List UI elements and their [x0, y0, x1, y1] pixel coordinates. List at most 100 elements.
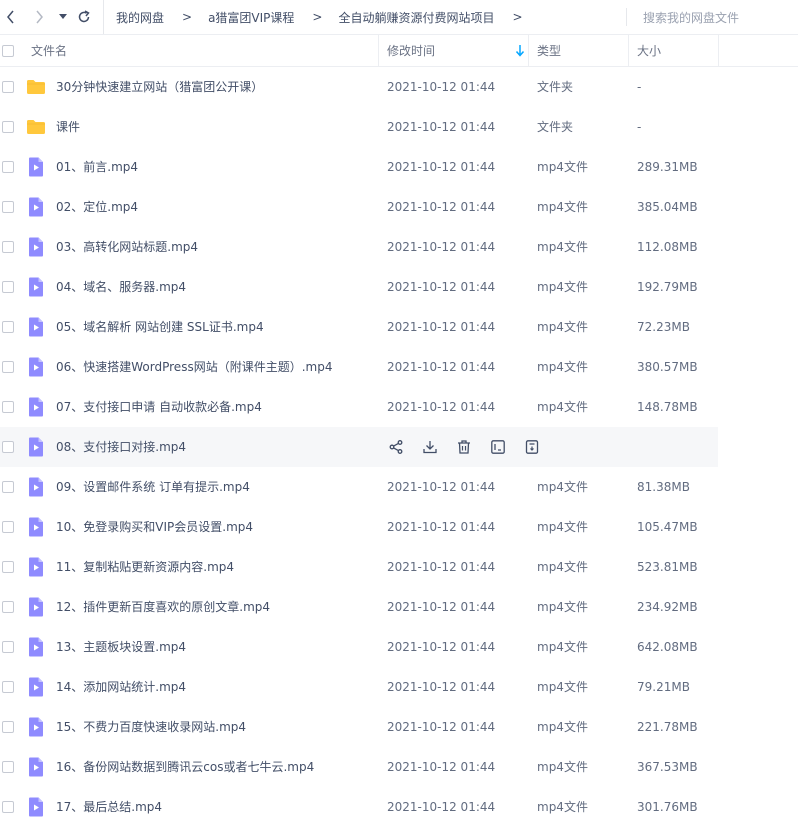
share-button[interactable] — [386, 437, 406, 457]
file-row[interactable]: 15、不费力百度快速收录网站.mp4 2021-10-12 01:44 mp4文件 2… — [0, 707, 718, 747]
row-checkbox[interactable] — [2, 401, 14, 413]
more-button[interactable] — [522, 437, 542, 457]
history-dropdown-button[interactable] — [53, 6, 73, 28]
row-checkbox[interactable] — [2, 561, 14, 573]
video-file-icon — [26, 357, 46, 377]
row-checkbox[interactable] — [2, 801, 14, 813]
file-row[interactable]: 30分钟快速建立网站（猎富团公开课） 2021-10-12 01:44 文件夹 - — [0, 67, 718, 107]
delete-button[interactable] — [454, 437, 474, 457]
subtitle-button[interactable] — [488, 437, 508, 457]
file-row[interactable]: 02、定位.mp4 2021-10-12 01:44 mp4文件 385.04MB — [0, 187, 718, 227]
file-name[interactable]: 10、免登录购买和VIP会员设置.mp4 — [56, 507, 253, 547]
file-size: - — [637, 80, 642, 94]
file-name[interactable]: 14、添加网站统计.mp4 — [56, 667, 186, 707]
forward-button[interactable] — [29, 6, 49, 28]
file-name[interactable]: 01、前言.mp4 — [56, 147, 138, 187]
file-row[interactable]: 01、前言.mp4 2021-10-12 01:44 mp4文件 289.31MB — [0, 147, 718, 187]
row-checkbox[interactable] — [2, 481, 14, 493]
file-row[interactable]: 课件 2021-10-12 01:44 文件夹 - — [0, 107, 718, 147]
file-name[interactable]: 13、主题板块设置.mp4 — [56, 627, 186, 667]
column-header-modified[interactable]: 修改时间 — [387, 35, 528, 66]
folder-icon — [26, 77, 46, 97]
file-size: 192.79MB — [637, 280, 698, 294]
file-row[interactable]: 13、主题板块设置.mp4 2021-10-12 01:44 mp4文件 642.08… — [0, 627, 718, 667]
back-button[interactable] — [1, 6, 21, 28]
file-name[interactable]: 课件 — [56, 107, 80, 147]
file-name[interactable]: 07、支付接口申请 自动收款必备.mp4 — [56, 387, 262, 427]
video-file-icon — [26, 677, 46, 697]
more-icon — [525, 440, 539, 454]
file-size: 234.92MB — [637, 600, 698, 614]
row-checkbox[interactable] — [2, 81, 14, 93]
row-checkbox[interactable] — [2, 641, 14, 653]
file-row[interactable]: 16、备份网站数据到腾讯云cos或者七牛云.mp4 2021-10-12 01:4… — [0, 747, 718, 787]
file-row[interactable]: 09、设置邮件系统 订单有提示.mp4 2021-10-12 01:44 mp4文件… — [0, 467, 718, 507]
file-row[interactable]: 05、域名解析 网站创建 SSL证书.mp4 2021-10-12 01:44 mp… — [0, 307, 718, 347]
row-checkbox[interactable] — [2, 521, 14, 533]
chevron-right-icon — [36, 10, 43, 24]
file-row[interactable]: 03、高转化网站标题.mp4 2021-10-12 01:44 mp4文件 112.0… — [0, 227, 718, 267]
breadcrumb-separator: > — [312, 10, 323, 24]
file-name[interactable]: 11、复制粘贴更新资源内容.mp4 — [56, 547, 234, 587]
column-header-size[interactable]: 大小 — [637, 35, 661, 66]
file-row[interactable]: 07、支付接口申请 自动收款必备.mp4 2021-10-12 01:44 mp4文… — [0, 387, 718, 427]
refresh-icon — [78, 10, 90, 23]
row-checkbox[interactable] — [2, 281, 14, 293]
row-checkbox[interactable] — [2, 201, 14, 213]
video-file-icon — [26, 717, 46, 737]
file-modified-date: 2021-10-12 01:44 — [387, 400, 496, 414]
column-header-type[interactable]: 类型 — [537, 35, 561, 66]
file-type: mp4文件 — [537, 360, 588, 374]
file-name[interactable]: 17、最后总结.mp4 — [56, 787, 162, 827]
breadcrumb-item-project[interactable]: 全自动躺赚资源付费网站项目 — [338, 9, 494, 26]
file-name[interactable]: 30分钟快速建立网站（猎富团公开课） — [56, 67, 263, 107]
file-size: 380.57MB — [637, 360, 698, 374]
file-name[interactable]: 12、插件更新百度喜欢的原创文章.mp4 — [56, 587, 270, 627]
file-size: 72.23MB — [637, 320, 690, 334]
select-all-checkbox[interactable] — [2, 45, 14, 57]
row-checkbox[interactable] — [2, 761, 14, 773]
top-toolbar: 我的网盘 > a猎富团VIP课程 > 全自动躺赚资源付费网站项目 > 搜索我的网… — [0, 0, 798, 34]
file-row[interactable]: 14、添加网站统计.mp4 2021-10-12 01:44 mp4文件 79.21M… — [0, 667, 718, 707]
breadcrumb-item-course[interactable]: a猎富团VIP课程 — [208, 9, 294, 26]
file-size: 523.81MB — [637, 560, 698, 574]
file-name[interactable]: 03、高转化网站标题.mp4 — [56, 227, 198, 267]
refresh-button[interactable] — [74, 6, 94, 28]
download-button[interactable] — [420, 437, 440, 457]
file-row[interactable]: 10、免登录购买和VIP会员设置.mp4 2021-10-12 01:44 mp4文… — [0, 507, 718, 547]
file-modified-date: 2021-10-12 01:44 — [387, 80, 496, 94]
file-modified-date: 2021-10-12 01:44 — [387, 200, 496, 214]
row-checkbox[interactable] — [2, 361, 14, 373]
row-checkbox[interactable] — [2, 681, 14, 693]
file-row[interactable]: 04、域名、服务器.mp4 2021-10-12 01:44 mp4文件 192.79… — [0, 267, 718, 307]
column-header-name[interactable]: 文件名 — [31, 35, 67, 66]
file-name[interactable]: 16、备份网站数据到腾讯云cos或者七牛云.mp4 — [56, 747, 314, 787]
file-type: mp4文件 — [537, 200, 588, 214]
file-name[interactable]: 08、支付接口对接.mp4 — [56, 427, 186, 467]
file-name[interactable]: 15、不费力百度快速收录网站.mp4 — [56, 707, 246, 747]
breadcrumb-item-root[interactable]: 我的网盘 — [116, 9, 164, 26]
video-file-icon — [26, 157, 46, 177]
row-checkbox[interactable] — [2, 721, 14, 733]
row-checkbox[interactable] — [2, 321, 14, 333]
file-modified-date: 2021-10-12 01:44 — [387, 520, 496, 534]
file-modified-date: 2021-10-12 01:44 — [387, 560, 496, 574]
file-name[interactable]: 02、定位.mp4 — [56, 187, 138, 227]
file-row[interactable]: 06、快速搭建WordPress网站（附课件主题）.mp4 2021-10-12 … — [0, 347, 718, 387]
video-file-icon — [26, 597, 46, 617]
file-name[interactable]: 06、快速搭建WordPress网站（附课件主题）.mp4 — [56, 347, 332, 387]
file-row[interactable]: 08、支付接口对接.mp4 — [0, 427, 718, 467]
row-checkbox[interactable] — [2, 161, 14, 173]
row-checkbox[interactable] — [2, 601, 14, 613]
file-row[interactable]: 12、插件更新百度喜欢的原创文章.mp4 2021-10-12 01:44 mp4文… — [0, 587, 718, 627]
row-checkbox[interactable] — [2, 441, 14, 453]
file-name[interactable]: 05、域名解析 网站创建 SSL证书.mp4 — [56, 307, 264, 347]
file-row[interactable]: 17、最后总结.mp4 2021-10-12 01:44 mp4文件 301.76MB — [0, 787, 718, 827]
file-name[interactable]: 09、设置邮件系统 订单有提示.mp4 — [56, 467, 250, 507]
row-checkbox[interactable] — [2, 121, 14, 133]
search-input[interactable]: 搜索我的网盘文件 — [626, 8, 798, 26]
video-file-icon — [26, 477, 46, 497]
file-name[interactable]: 04、域名、服务器.mp4 — [56, 267, 186, 307]
row-checkbox[interactable] — [2, 241, 14, 253]
file-row[interactable]: 11、复制粘贴更新资源内容.mp4 2021-10-12 01:44 mp4文件 52… — [0, 547, 718, 587]
